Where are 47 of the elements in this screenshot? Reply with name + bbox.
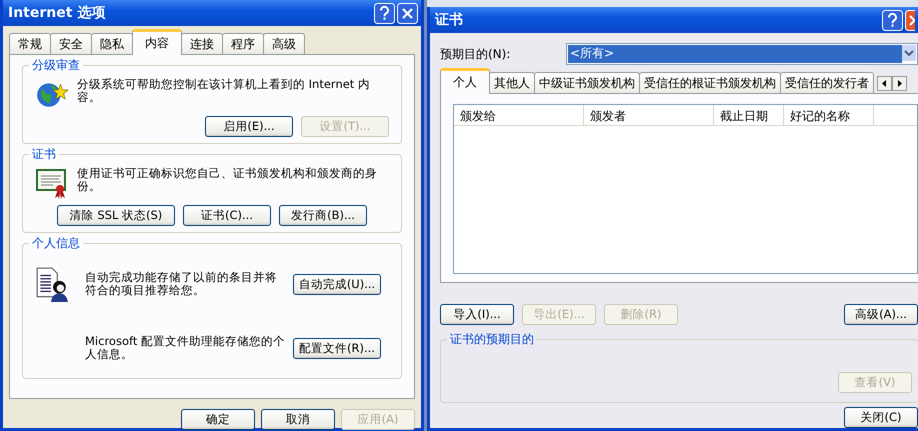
group-title: 个人信息 bbox=[29, 235, 83, 252]
tab[interactable]: 隐私 bbox=[91, 33, 133, 54]
column-header[interactable]: 截止日期 bbox=[714, 105, 784, 125]
close-icon[interactable] bbox=[397, 2, 418, 24]
dialog-button[interactable]: 证书(C)... bbox=[183, 205, 271, 226]
tab[interactable]: 安全 bbox=[50, 33, 92, 54]
tab[interactable]: 内容 bbox=[132, 29, 182, 55]
tab[interactable]: 受信任的根证书颁发机构 bbox=[639, 72, 781, 93]
column-header[interactable]: 颁发给 bbox=[454, 105, 584, 125]
dialog-button[interactable]: 配置文件(R)... bbox=[293, 338, 381, 358]
advanced-button[interactable]: 高级(A)... bbox=[844, 304, 918, 325]
tab[interactable]: 程序 bbox=[222, 33, 264, 54]
description-text: Microsoft 配置文件助理能存储您的个人信息。 bbox=[85, 335, 285, 361]
dialog-button[interactable]: 发行商(B)... bbox=[279, 205, 367, 226]
tab[interactable]: 常规 bbox=[9, 33, 51, 54]
certificate-list[interactable]: 颁发给 颁发者 截止日期 好记的名称 bbox=[453, 104, 918, 274]
description-text: 自动完成功能存储了以前的条目并将符合的项目推荐给您。 bbox=[85, 271, 278, 297]
description-text: 分级系统可帮助您控制在该计算机上看到的 Internet 内容。 bbox=[77, 78, 371, 104]
document-person-icon bbox=[35, 266, 69, 302]
description-text: 使用证书可正确标识您自己、证书颁发机构和颁发商的身份。 bbox=[77, 167, 377, 193]
purpose-label: 预期目的(N): bbox=[440, 46, 512, 62]
tab[interactable]: 中级证书颁发机构 bbox=[534, 72, 640, 93]
dialog-button[interactable]: 自动完成(U)... bbox=[293, 274, 381, 294]
window-title: 证书 bbox=[435, 11, 463, 29]
group-title: 分级审查 bbox=[29, 57, 83, 74]
certificate-icon bbox=[35, 167, 69, 199]
column-header[interactable]: 好记的名称 bbox=[784, 105, 874, 125]
dialog-button[interactable]: 确定 bbox=[181, 409, 255, 430]
help-icon[interactable] bbox=[374, 2, 395, 24]
tab[interactable]: 个人 bbox=[440, 68, 490, 94]
tab-scroll-arrows-icon[interactable] bbox=[877, 76, 907, 91]
dialog-button[interactable]: 导入(I)... bbox=[440, 304, 514, 325]
column-header[interactable]: 颁发者 bbox=[584, 105, 714, 125]
close-button[interactable]: 关闭(C) bbox=[844, 407, 918, 428]
tab[interactable]: 高级 bbox=[263, 33, 305, 54]
group-title: 证书的预期目的 bbox=[447, 331, 537, 348]
dialog-button[interactable]: 取消 bbox=[261, 409, 335, 430]
help-icon[interactable] bbox=[882, 10, 903, 30]
close-icon[interactable] bbox=[905, 10, 915, 30]
chevron-down-icon[interactable] bbox=[902, 45, 916, 61]
window-title: Internet 选项 bbox=[8, 4, 106, 22]
tab[interactable]: 连接 bbox=[181, 33, 223, 54]
tab[interactable]: 受信任的发行者 bbox=[780, 72, 874, 93]
dialog-button[interactable]: 启用(E)... bbox=[205, 116, 293, 137]
tab[interactable]: 其他人 bbox=[489, 72, 535, 93]
purpose-dropdown[interactable]: <所有> bbox=[566, 43, 918, 65]
dialog-button[interactable]: 清除 SSL 状态(S) bbox=[57, 205, 175, 226]
